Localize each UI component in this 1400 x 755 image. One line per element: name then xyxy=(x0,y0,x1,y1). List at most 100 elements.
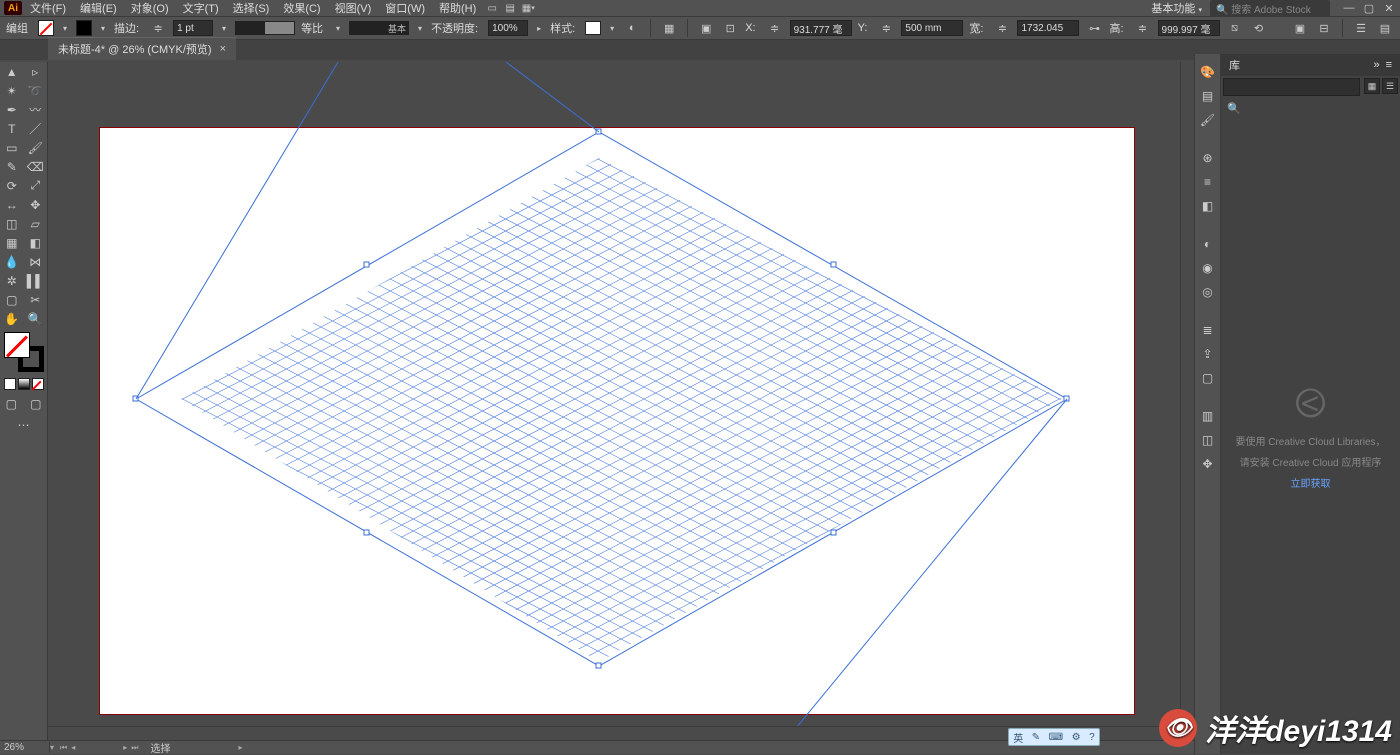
stroke-weight-input[interactable] xyxy=(173,20,213,36)
magic-wand-icon[interactable]: ✴ xyxy=(0,81,24,100)
transform-icon[interactable]: ▣ xyxy=(697,19,715,37)
fill-stroke-control[interactable] xyxy=(4,332,44,372)
brush-definition[interactable]: 基本 xyxy=(349,21,409,35)
style-label[interactable]: 样式: xyxy=(550,20,579,36)
chevron-down-icon[interactable]: ▾ xyxy=(607,20,617,36)
gradient-icon[interactable]: ◧ xyxy=(1198,196,1218,216)
workspace-switcher[interactable]: 基本功能 ▾ xyxy=(1145,0,1208,16)
adobe-stock-search[interactable]: 🔍 搜索 Adobe Stock xyxy=(1210,0,1330,17)
rotate-icon[interactable]: ⟲ xyxy=(1250,19,1268,37)
artboard[interactable] xyxy=(100,128,1134,714)
artboard-nav[interactable]: ⏮ ◂ ▸ ⏭ xyxy=(54,743,144,753)
window-minimize-button[interactable]: — xyxy=(1342,2,1356,15)
scrollbar-vertical[interactable] xyxy=(1180,62,1194,726)
full-screen-icon[interactable]: ▢ xyxy=(25,394,48,413)
panel-menu-icon[interactable]: ▤ xyxy=(1376,19,1394,37)
touch-icon[interactable]: ▭ xyxy=(484,1,500,15)
menu-object[interactable]: 对象(O) xyxy=(125,0,175,16)
normal-screen-icon[interactable]: ▢ xyxy=(0,394,23,413)
layers-icon[interactable]: ≣ xyxy=(1198,320,1218,340)
transform-icon[interactable]: ✥ xyxy=(1198,454,1218,474)
ime-tray[interactable]: 英 ✎ ⌨ ⚙ ? xyxy=(1008,728,1100,746)
window-maximize-button[interactable]: ▢ xyxy=(1362,2,1376,15)
paintbrush-icon[interactable]: 🖌 xyxy=(24,138,48,157)
collapse-icon[interactable]: » xyxy=(1373,59,1379,71)
rotate-icon[interactable]: ⟳ xyxy=(0,176,24,195)
color-mode[interactable] xyxy=(4,378,16,390)
isolate-icon[interactable]: ▣ xyxy=(1291,19,1309,37)
ime-icon[interactable]: ⚙ xyxy=(1072,732,1081,743)
artboard-icon[interactable]: ▢ xyxy=(0,290,24,309)
fill-swatch[interactable] xyxy=(38,20,54,36)
canvas-area[interactable] xyxy=(48,62,1194,740)
chevron-right-icon[interactable]: ▸ xyxy=(238,743,242,752)
align-icon[interactable]: ▥ xyxy=(1198,406,1218,426)
free-transform-icon[interactable]: ✥ xyxy=(24,195,48,214)
library-search[interactable]: 🔍 xyxy=(1221,98,1400,118)
stroke-label[interactable]: 描边: xyxy=(114,20,143,36)
edit-toolbar-icon[interactable]: ⋯ xyxy=(0,415,47,434)
pen-icon[interactable]: ✒ xyxy=(0,100,24,119)
menu-edit[interactable]: 编辑(E) xyxy=(74,0,123,16)
chevron-down-icon[interactable]: ▾ xyxy=(60,20,70,36)
pathfinder-icon[interactable]: ◫ xyxy=(1198,430,1218,450)
scale-icon[interactable]: ⤢ xyxy=(24,176,48,195)
edit-contents-icon[interactable]: ⊟ xyxy=(1315,19,1333,37)
gradient-mode[interactable] xyxy=(18,378,30,390)
recolor-icon[interactable]: ◐ xyxy=(623,19,641,37)
perspective-icon[interactable]: ▱ xyxy=(24,214,48,233)
chevron-down-icon[interactable]: ▾ xyxy=(415,20,425,36)
symbol-sprayer-icon[interactable]: ✲ xyxy=(0,271,24,290)
ime-icon[interactable]: ✎ xyxy=(1032,732,1040,743)
chevron-down-icon[interactable]: ▾ xyxy=(219,20,229,36)
stepper-icon[interactable]: ≑ xyxy=(877,19,895,37)
h-input[interactable] xyxy=(1158,20,1220,36)
menu-window[interactable]: 窗口(W) xyxy=(379,0,431,16)
library-dropdown[interactable] xyxy=(1223,78,1360,96)
stepper-icon[interactable]: ≑ xyxy=(766,19,784,37)
menu-type[interactable]: 文字(T) xyxy=(177,0,225,16)
ime-icon[interactable]: ? xyxy=(1089,732,1095,743)
align-icon[interactable]: ▦ xyxy=(660,19,678,37)
brushes-icon[interactable]: 🖌 xyxy=(1198,110,1218,130)
chevron-down-icon[interactable]: ▾ xyxy=(333,20,343,36)
stroke-icon[interactable]: ≡ xyxy=(1198,172,1218,192)
close-icon[interactable]: × xyxy=(220,43,226,55)
bridge-icon[interactable]: ▤ xyxy=(502,1,518,15)
swatches-icon[interactable]: ▤ xyxy=(1198,86,1218,106)
y-input[interactable] xyxy=(901,20,963,36)
graphic-style-swatch[interactable] xyxy=(585,21,601,35)
document-tab[interactable]: 未标题-4* @ 26% (CMYK/预览) × xyxy=(48,37,236,60)
symbols-icon[interactable]: ⊛ xyxy=(1198,148,1218,168)
shear-icon[interactable]: ⧅ xyxy=(1226,19,1244,37)
mesh-icon[interactable]: ▦ xyxy=(0,233,24,252)
asset-export-icon[interactable]: ⇪ xyxy=(1198,344,1218,364)
shape-builder-icon[interactable]: ◫ xyxy=(0,214,24,233)
chevron-down-icon[interactable]: ▾ xyxy=(98,20,108,36)
stepper-icon[interactable]: ≑ xyxy=(149,19,167,37)
arrange-icon[interactable]: ▦ ▾ xyxy=(520,1,536,15)
x-input[interactable] xyxy=(790,20,852,36)
hand-icon[interactable]: ✋ xyxy=(0,309,24,328)
zoom-level[interactable]: 26% xyxy=(0,742,50,753)
menu-help[interactable]: 帮助(H) xyxy=(433,0,482,16)
chevron-down-icon[interactable]: ▸ xyxy=(534,20,544,36)
line-segment-icon[interactable]: ／ xyxy=(24,119,48,138)
zoom-icon[interactable]: 🔍 xyxy=(24,309,48,328)
artboards-icon[interactable]: ▢ xyxy=(1198,368,1218,388)
grid-view-button[interactable]: ▦ xyxy=(1364,78,1380,94)
w-input[interactable] xyxy=(1017,20,1079,36)
opacity-input[interactable] xyxy=(488,20,528,36)
menu-file[interactable]: 文件(F) xyxy=(24,0,72,16)
menu-view[interactable]: 视图(V) xyxy=(329,0,378,16)
menu-select[interactable]: 选择(S) xyxy=(227,0,276,16)
transparency-icon[interactable]: ◐ xyxy=(1198,234,1218,254)
direct-selection-icon[interactable]: ▹ xyxy=(24,62,48,81)
reference-point-icon[interactable]: ⊡ xyxy=(721,19,739,37)
list-view-button[interactable]: ☰ xyxy=(1382,78,1398,94)
window-close-button[interactable]: ✕ xyxy=(1382,2,1396,15)
preferences-icon[interactable]: ☰ xyxy=(1352,19,1370,37)
last-icon[interactable]: ⏭ xyxy=(131,743,138,753)
curvature-icon[interactable]: 〰 xyxy=(24,100,48,119)
graphic-styles-icon[interactable]: ◎ xyxy=(1198,282,1218,302)
